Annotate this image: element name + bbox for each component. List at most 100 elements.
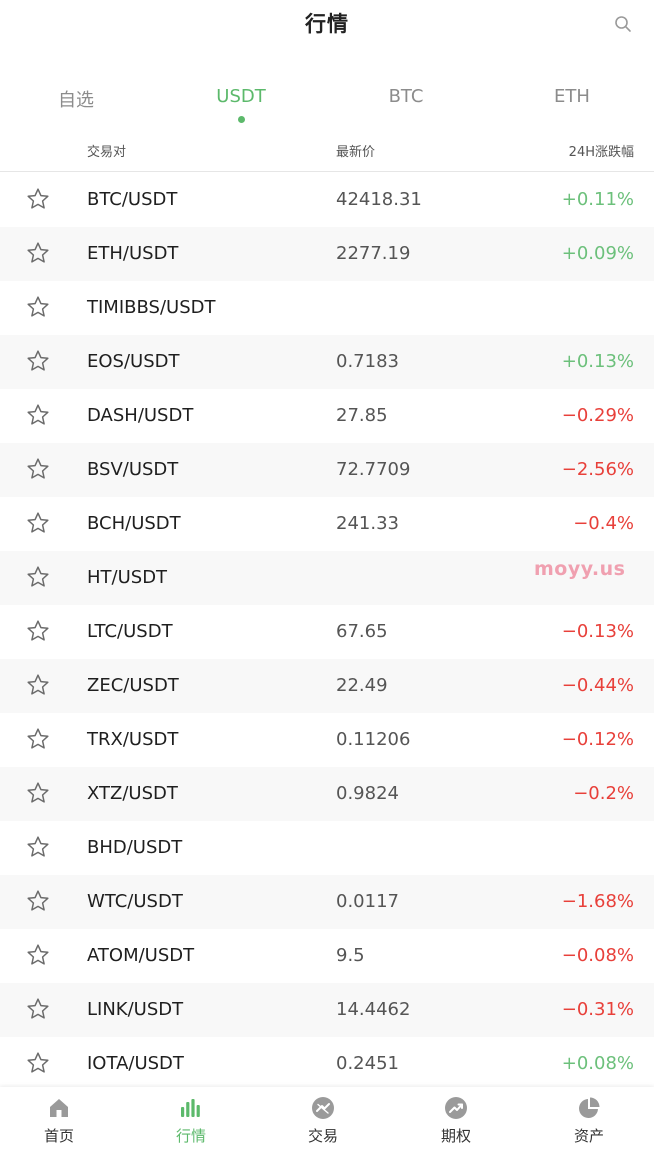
change-percent: −0.13% xyxy=(561,621,634,642)
table-row[interactable]: BTC/USDT 42418.31 +0.11% xyxy=(0,173,654,227)
nav-market[interactable]: 行情 xyxy=(126,1087,256,1155)
change-percent: +0.08% xyxy=(561,1053,634,1074)
table-row[interactable]: WTC/USDT 0.0117 −1.68% xyxy=(0,875,654,929)
change-percent: +0.11% xyxy=(561,189,634,210)
tab-btc[interactable]: BTC xyxy=(346,86,466,107)
star-icon[interactable] xyxy=(26,349,50,373)
tab-label: USDT xyxy=(216,86,266,107)
star-icon[interactable] xyxy=(26,1051,50,1075)
last-price: 9.5 xyxy=(336,945,365,966)
last-price: 27.85 xyxy=(336,405,388,426)
market-list: BTC/USDT 42418.31 +0.11% ETH/USDT 2277.19 +0.… xyxy=(0,173,654,1091)
last-price: 241.33 xyxy=(336,513,399,534)
last-price: 42418.31 xyxy=(336,189,422,210)
change-percent: −2.56% xyxy=(561,459,634,480)
pair-name: WTC/USDT xyxy=(87,891,183,912)
last-price: 22.49 xyxy=(336,675,388,696)
star-icon[interactable] xyxy=(26,457,50,481)
bottom-nav: 首页 行情 交易 期权 资产 xyxy=(0,1087,654,1155)
pair-name: BHD/USDT xyxy=(87,837,183,858)
watermark: moyy.us xyxy=(534,558,626,580)
nav-assets[interactable]: 资产 xyxy=(524,1087,654,1155)
star-icon[interactable] xyxy=(26,403,50,427)
star-icon[interactable] xyxy=(26,511,50,535)
pair-name: BTC/USDT xyxy=(87,189,178,210)
active-tab-indicator xyxy=(237,116,245,123)
nav-label: 资产 xyxy=(573,1127,604,1145)
star-icon[interactable] xyxy=(26,889,50,913)
last-price: 72.7709 xyxy=(336,459,411,480)
tab-label: ETH xyxy=(554,86,590,107)
table-row[interactable]: BCH/USDT 241.33 −0.4% xyxy=(0,497,654,551)
table-row[interactable]: EOS/USDT 0.7183 +0.13% xyxy=(0,335,654,389)
star-icon[interactable] xyxy=(26,295,50,319)
table-row[interactable]: BHD/USDT xyxy=(0,821,654,875)
star-icon[interactable] xyxy=(26,565,50,589)
last-price: 0.0117 xyxy=(336,891,399,912)
pair-name: HT/USDT xyxy=(87,567,168,588)
tab-favorites[interactable]: 自选 xyxy=(16,86,136,112)
star-icon[interactable] xyxy=(26,781,50,805)
tab-eth[interactable]: ETH xyxy=(512,86,632,107)
pair-name: LTC/USDT xyxy=(87,621,173,642)
star-icon[interactable] xyxy=(26,727,50,751)
nav-trade[interactable]: 交易 xyxy=(258,1087,388,1155)
change-percent: −0.4% xyxy=(573,513,634,534)
change-percent: −0.2% xyxy=(573,783,634,804)
column-price: 最新价 xyxy=(336,145,376,160)
bar-chart-icon xyxy=(181,1099,200,1117)
top-bar: 行情 xyxy=(0,0,654,48)
trend-up-icon xyxy=(445,1097,467,1119)
nav-label: 交易 xyxy=(307,1127,338,1145)
star-icon[interactable] xyxy=(26,241,50,265)
pair-name: TRX/USDT xyxy=(87,729,179,750)
last-price: 0.11206 xyxy=(336,729,411,750)
star-icon[interactable] xyxy=(26,619,50,643)
pair-name: BCH/USDT xyxy=(87,513,181,534)
change-percent: −1.68% xyxy=(561,891,634,912)
table-row[interactable]: BSV/USDT 72.7709 −2.56% xyxy=(0,443,654,497)
star-icon[interactable] xyxy=(26,943,50,967)
market-tabs: 自选 USDT BTC ETH xyxy=(0,74,654,128)
nav-label: 行情 xyxy=(175,1127,206,1145)
nav-home[interactable]: 首页 xyxy=(0,1087,124,1155)
table-row[interactable]: XTZ/USDT 0.9824 −0.2% xyxy=(0,767,654,821)
last-price: 67.65 xyxy=(336,621,388,642)
change-percent: −0.31% xyxy=(561,999,634,1020)
table-row[interactable]: TIMIBBS/USDT xyxy=(0,281,654,335)
star-icon[interactable] xyxy=(26,673,50,697)
page-title: 行情 xyxy=(305,12,349,36)
table-row[interactable]: DASH/USDT 27.85 −0.29% xyxy=(0,389,654,443)
nav-options[interactable]: 期权 xyxy=(391,1087,521,1155)
change-percent: −0.12% xyxy=(561,729,634,750)
change-percent: +0.09% xyxy=(561,243,634,264)
column-change[interactable]: 24H涨跌幅 xyxy=(569,141,634,160)
table-row[interactable]: TRX/USDT 0.11206 −0.12% xyxy=(0,713,654,767)
tab-label: BTC xyxy=(388,86,424,107)
table-row[interactable]: ATOM/USDT 9.5 −0.08% xyxy=(0,929,654,983)
tab-usdt[interactable]: USDT xyxy=(181,86,301,123)
search-icon[interactable] xyxy=(614,15,632,33)
change-percent: −0.44% xyxy=(561,675,634,696)
last-price: 0.9824 xyxy=(336,783,399,804)
exchange-icon xyxy=(312,1097,334,1119)
table-row[interactable]: ETH/USDT 2277.19 +0.09% xyxy=(0,227,654,281)
star-icon[interactable] xyxy=(26,997,50,1021)
star-icon[interactable] xyxy=(26,187,50,211)
pair-name: ZEC/USDT xyxy=(87,675,179,696)
tab-label: 自选 xyxy=(58,90,94,111)
table-row[interactable]: LINK/USDT 14.4462 −0.31% xyxy=(0,983,654,1037)
home-icon xyxy=(50,1099,68,1117)
pair-name: XTZ/USDT xyxy=(87,783,178,804)
last-price: 0.2451 xyxy=(336,1053,399,1074)
star-icon[interactable] xyxy=(26,835,50,859)
table-row[interactable]: LTC/USDT 67.65 −0.13% xyxy=(0,605,654,659)
nav-label: 首页 xyxy=(43,1127,74,1145)
change-percent: +0.13% xyxy=(561,351,634,372)
table-row[interactable]: ZEC/USDT 22.49 −0.44% xyxy=(0,659,654,713)
pair-name: DASH/USDT xyxy=(87,405,194,426)
pair-name: ATOM/USDT xyxy=(87,945,195,966)
last-price: 14.4462 xyxy=(336,999,411,1020)
table-row[interactable]: IOTA/USDT 0.2451 +0.08% xyxy=(0,1037,654,1091)
pair-name: ETH/USDT xyxy=(87,243,179,264)
